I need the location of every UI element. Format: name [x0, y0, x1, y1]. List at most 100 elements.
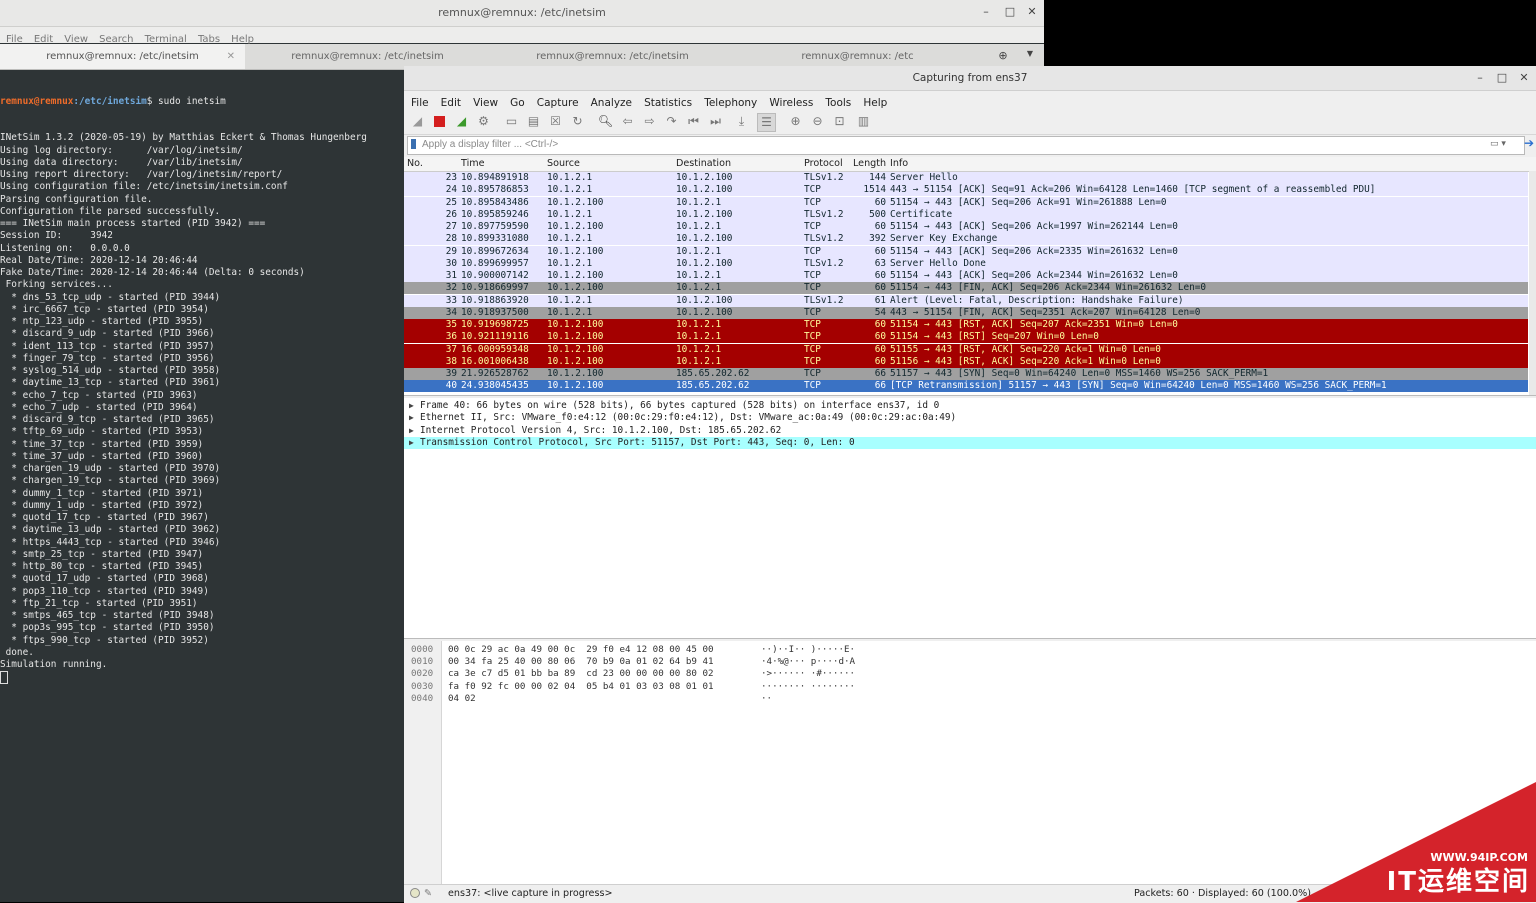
packet-row[interactable]: 38 16.001006438 10.1.2.100 10.1.2.1 TCP 60 511…	[404, 355, 1528, 368]
packet-row[interactable]: 31 10.900007142 10.1.2.100 10.1.2.1 TCP 60 511…	[404, 270, 1528, 283]
bytes-hex[interactable]: ca 3e c7 d5 01 bb ba 89 cd 23 00 00 00 0…	[448, 668, 714, 680]
terminal-tab-1[interactable]: remnux@remnux: /etc/inetsim ✕	[0, 44, 245, 69]
col-source[interactable]: Source	[547, 158, 580, 169]
packet-row[interactable]: 40 24.938045435 10.1.2.100 185.65.202.62 TCP…	[404, 380, 1528, 393]
packet-row[interactable]: 36 10.921119116 10.1.2.100 10.1.2.1 TCP 60 511…	[404, 331, 1528, 344]
display-filter-input[interactable]	[422, 137, 1482, 152]
bytes-ascii[interactable]: ········ ········	[761, 681, 855, 693]
normal-size-icon[interactable]: ⊡	[831, 113, 848, 130]
new-tab-icon[interactable]: ⊕	[995, 49, 1011, 62]
bytes-ascii[interactable]: ·4·%@··· p····d·A	[761, 656, 855, 668]
packet-row[interactable]: 28 10.899331080 10.1.2.1 10.1.2.100 TLSv1.2 3…	[404, 233, 1528, 246]
menu-view[interactable]: View	[473, 97, 498, 109]
packet-row[interactable]: 23 10.894891918 10.1.2.1 10.1.2.100 TLSv1.2 1…	[404, 172, 1528, 185]
tab-close-icon[interactable]: ✕	[227, 44, 235, 69]
bytes-ascii[interactable]: ··)··I·· )·····E·	[761, 644, 855, 656]
maximize-icon[interactable]: □	[1494, 71, 1510, 84]
menu-help[interactable]: Help	[863, 97, 887, 109]
col-protocol[interactable]: Protocol	[804, 158, 843, 169]
go-to-packet-icon[interactable]: ↷	[663, 113, 680, 130]
colorize-icon[interactable]: ☰	[757, 113, 776, 132]
bytes-hex[interactable]: 00 34 fa 25 40 00 80 06 70 b9 0a 01 02 6…	[448, 656, 714, 668]
packet-row[interactable]: 30 10.899699957 10.1.2.1 10.1.2.100 TLSv1.2 6…	[404, 257, 1528, 270]
packet-time: 16.001006438	[461, 355, 529, 367]
packet-info: Server Hello	[890, 172, 958, 183]
packet-row[interactable]: 29 10.899672634 10.1.2.100 10.1.2.1 TCP 60 511…	[404, 245, 1528, 258]
menu-go[interactable]: Go	[510, 97, 525, 109]
shark-fin-icon[interactable]: ◢	[409, 113, 426, 130]
menu-edit[interactable]: Edit	[441, 97, 461, 109]
find-packet-icon[interactable]: 🔍︎	[597, 113, 614, 130]
packet-list-scrollbar[interactable]	[1529, 171, 1536, 395]
bytes-ascii[interactable]: ·>······ ·#······	[761, 668, 855, 680]
packet-row[interactable]: 33 10.918863920 10.1.2.1 10.1.2.100 TLSv1.2 6…	[404, 294, 1528, 307]
col-info[interactable]: Info	[890, 158, 908, 169]
filter-dropdown-icon[interactable]: ▭ ▾	[1490, 139, 1506, 149]
packet-row[interactable]: 35 10.919698725 10.1.2.100 10.1.2.1 TCP 60 511…	[404, 319, 1528, 332]
detail-tree-item[interactable]: ▶ Transmission Control Protocol, Src Port…	[404, 436, 1536, 449]
terminal-titlebar[interactable]: remnux@remnux: /etc/inetsim – □ ✕	[0, 0, 1044, 27]
detail-tree-item[interactable]: ▶ Internet Protocol Version 4, Src: 10.1.…	[404, 425, 1536, 437]
autoscroll-icon[interactable]: ⤓	[733, 113, 750, 130]
expert-info-icon[interactable]: ✎	[424, 888, 432, 899]
packet-row[interactable]: 37 16.000959348 10.1.2.100 10.1.2.1 TCP 60 511…	[404, 343, 1528, 356]
save-file-icon[interactable]: ▤	[525, 113, 542, 130]
first-packet-icon[interactable]: ⏮	[685, 113, 702, 130]
tabs-dropdown-icon[interactable]: ▼	[1022, 49, 1038, 58]
menu-capture[interactable]: Capture	[537, 97, 579, 109]
col-length[interactable]: Length	[853, 158, 886, 169]
capture-status-icon[interactable]	[410, 888, 420, 898]
col-no[interactable]: No.	[407, 158, 423, 169]
stop-capture-button[interactable]	[431, 113, 448, 130]
menu-telephony[interactable]: Telephony	[704, 97, 757, 109]
packet-row[interactable]: 39 21.926528762 10.1.2.100 185.65.202.62 TCP…	[404, 368, 1528, 381]
close-icon[interactable]: ✕	[1516, 71, 1532, 84]
restart-capture-icon[interactable]: ◢	[453, 113, 470, 130]
packet-info: 51154 → 443 [FIN, ACK] Seq=206 Ack=2344 …	[890, 282, 1207, 294]
packet-row[interactable]: 34 10.918937500 10.1.2.1 10.1.2.100 TCP 54 443…	[404, 306, 1528, 319]
packet-details[interactable]: ▶ Frame 40: 66 bytes on wire (528 bits), …	[404, 398, 1536, 639]
bytes-ascii[interactable]: ··	[761, 693, 772, 705]
detail-tree-item[interactable]: ▶ Frame 40: 66 bytes on wire (528 bits), …	[404, 400, 1536, 412]
minimize-icon[interactable]: –	[1472, 71, 1488, 84]
packet-row[interactable]: 25 10.895843486 10.1.2.100 10.1.2.1 TCP 60 511…	[404, 196, 1528, 209]
bytes-hex[interactable]: 00 0c 29 ac 0a 49 00 0c 29 f0 e4 12 08 0…	[448, 644, 714, 656]
resize-columns-icon[interactable]: ▥	[855, 113, 872, 130]
packet-row[interactable]: 27 10.897759590 10.1.2.100 10.1.2.1 TCP 60 511…	[404, 221, 1528, 234]
col-time[interactable]: Time	[461, 158, 484, 169]
maximize-icon[interactable]: □	[1002, 5, 1018, 18]
expand-arrow-icon[interactable]: ▶	[409, 425, 414, 437]
detail-tree-item[interactable]: ▶ Ethernet II, Src: VMware_f0:e4:12 (00:0…	[404, 412, 1536, 424]
menu-wireless[interactable]: Wireless	[769, 97, 813, 109]
col-destination[interactable]: Destination	[676, 158, 731, 169]
open-file-icon[interactable]: ▭	[503, 113, 520, 130]
expand-arrow-icon[interactable]: ▶	[409, 437, 414, 449]
capture-options-icon[interactable]: ⚙	[475, 113, 492, 130]
menu-statistics[interactable]: Statistics	[644, 97, 692, 109]
terminal-output[interactable]: remnux@remnux:/etc/inetsim$ sudo inetsim…	[0, 71, 404, 902]
bytes-hex[interactable]: 04 02	[448, 693, 476, 705]
packet-row[interactable]: 32 10.918669997 10.1.2.100 10.1.2.1 TCP 60 511…	[404, 282, 1528, 295]
zoom-in-icon[interactable]: ⊕	[787, 113, 804, 130]
packet-protocol: TCP	[804, 355, 821, 367]
close-icon[interactable]: ✕	[1024, 5, 1040, 18]
menu-file[interactable]: File	[411, 97, 429, 109]
go-back-icon[interactable]: ⇦	[619, 113, 636, 130]
menu-tools[interactable]: Tools	[825, 97, 851, 109]
packet-row[interactable]: 24 10.895786853 10.1.2.1 10.1.2.100 TCP 1514 4…	[404, 184, 1528, 197]
menu-analyze[interactable]: Analyze	[591, 97, 632, 109]
close-file-icon[interactable]: ☒	[547, 113, 564, 130]
packet-row[interactable]: 26 10.895859246 10.1.2.1 10.1.2.100 TLSv1.2 5…	[404, 208, 1528, 221]
packet-list[interactable]: No. Time Source Destination Protocol Len…	[404, 157, 1536, 396]
expand-arrow-icon[interactable]: ▶	[409, 400, 414, 412]
go-forward-icon[interactable]: ⇨	[641, 113, 658, 130]
expand-arrow-icon[interactable]: ▶	[409, 412, 414, 424]
last-packet-icon[interactable]: ⏭	[707, 113, 724, 130]
wireshark-titlebar[interactable]: Capturing from ens37 – □ ✕	[404, 66, 1536, 91]
bookmark-icon[interactable]	[411, 139, 416, 149]
minimize-icon[interactable]: –	[978, 5, 994, 18]
apply-filter-icon[interactable]: ➔	[1524, 136, 1534, 150]
zoom-out-icon[interactable]: ⊖	[809, 113, 826, 130]
reload-icon[interactable]: ↻	[569, 113, 586, 130]
bytes-hex[interactable]: fa f0 92 fc 00 00 02 04 05 b4 01 03 03 0…	[448, 681, 714, 693]
